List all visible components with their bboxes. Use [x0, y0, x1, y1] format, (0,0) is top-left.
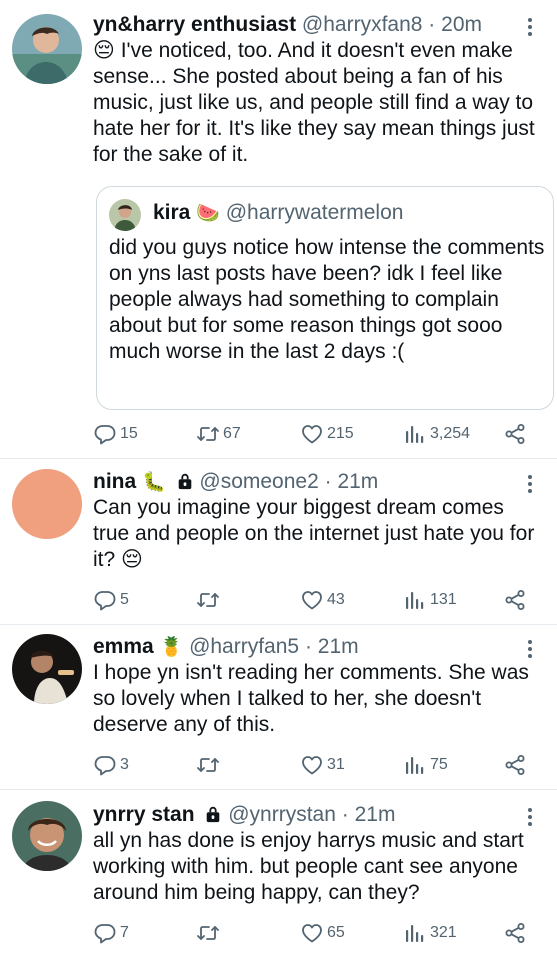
avatar[interactable]	[12, 469, 82, 539]
tweet[interactable]: nina 🐛 @someone2 · 21m Can you imagine y…	[0, 459, 557, 624]
views-icon	[403, 921, 427, 945]
like-count: 65	[327, 924, 345, 941]
display-name[interactable]: ynrry stan	[93, 803, 195, 826]
views-icon	[403, 753, 427, 777]
watermelon-emoji: 🍉	[196, 203, 220, 224]
reply-count: 7	[120, 924, 129, 941]
tweet-header: emma 🍍 @harryfan5 · 21m	[93, 634, 359, 661]
reply-count: 5	[120, 591, 129, 608]
action-bar: 15 67 215 3,254	[93, 422, 543, 446]
avatar[interactable]	[12, 634, 82, 704]
like-count: 215	[327, 425, 354, 442]
reply-count: 15	[120, 425, 138, 442]
tweet[interactable]: yn&harry enthusiast @harryxfan8 · 20m 😔 …	[0, 0, 557, 458]
views-count: 75	[430, 756, 448, 773]
action-bar: 5 43 131	[93, 588, 543, 612]
views-count: 3,254	[430, 425, 471, 442]
tweet-text: Can you imagine your biggest dream comes…	[93, 496, 535, 571]
reply-icon	[93, 588, 117, 612]
tweet-text: all yn has done is enjoy harrys music an…	[93, 829, 524, 904]
reply-count: 3	[120, 756, 129, 773]
display-name[interactable]: kira	[153, 201, 190, 224]
like-icon	[300, 921, 324, 945]
lock-icon	[204, 805, 222, 823]
user-handle[interactable]: @harryfan5	[189, 635, 299, 658]
share-icon	[503, 921, 527, 945]
views-count: 131	[430, 591, 457, 608]
tweet-header: yn&harry enthusiast @harryxfan8 · 20m	[93, 12, 482, 38]
tweet-text: 😔 I've noticed, too. And it doesn't even…	[93, 39, 535, 166]
tweet-text: I hope yn isn't reading her comments. Sh…	[93, 661, 529, 736]
more-icon[interactable]	[520, 14, 540, 40]
share-icon	[503, 753, 527, 777]
retweet-count: 67	[223, 425, 241, 442]
views-count: 321	[430, 924, 457, 941]
user-handle[interactable]: @ynrrystan	[228, 803, 336, 826]
display-name[interactable]: nina	[93, 470, 136, 493]
tweet[interactable]: emma 🍍 @harryfan5 · 21m I hope yn isn't …	[0, 625, 557, 789]
separator: ·	[304, 635, 312, 658]
more-icon[interactable]	[520, 471, 540, 497]
display-name[interactable]: yn&harry enthusiast	[93, 13, 296, 36]
tweet[interactable]: ynrry stan @ynrrystan · 21m all yn has d…	[0, 790, 557, 960]
quote-header: kira 🍉 @harrywatermelon	[153, 201, 403, 225]
like-icon	[300, 588, 324, 612]
timestamp[interactable]: 20m	[441, 13, 482, 36]
reply-icon	[93, 921, 117, 945]
user-handle[interactable]: @harrywatermelon	[226, 201, 404, 224]
quoted-tweet[interactable]: kira 🍉 @harrywatermelon did you guys not…	[96, 186, 554, 410]
action-bar: 7 65 321	[93, 921, 543, 945]
user-handle[interactable]: @harryxfan8	[302, 13, 423, 36]
retweet-icon	[196, 588, 220, 612]
avatar[interactable]	[12, 14, 82, 84]
more-icon[interactable]	[520, 636, 540, 662]
retweet-icon	[196, 422, 220, 446]
like-icon	[300, 753, 324, 777]
timestamp[interactable]: 21m	[318, 635, 359, 658]
lock-icon	[176, 472, 194, 490]
views-icon	[403, 588, 427, 612]
tweet-header: nina 🐛 @someone2 · 21m	[93, 469, 378, 496]
timestamp[interactable]: 21m	[337, 470, 378, 493]
reply-icon	[93, 422, 117, 446]
separator: ·	[324, 470, 332, 493]
more-icon[interactable]	[520, 804, 540, 830]
views-icon	[403, 422, 427, 446]
retweet-icon	[196, 921, 220, 945]
tweet-header: ynrry stan @ynrrystan · 21m	[93, 802, 395, 828]
user-handle[interactable]: @someone2	[199, 470, 318, 493]
display-name[interactable]: emma	[93, 635, 154, 658]
pineapple-emoji: 🍍	[159, 637, 184, 658]
caterpillar-emoji: 🐛	[142, 472, 166, 493]
share-icon	[503, 588, 527, 612]
timestamp[interactable]: 21m	[355, 803, 396, 826]
like-count: 43	[327, 591, 345, 608]
like-count: 31	[327, 756, 345, 773]
retweet-icon	[196, 753, 220, 777]
separator: ·	[341, 803, 349, 826]
reply-icon	[93, 753, 117, 777]
share-icon	[503, 422, 527, 446]
separator: ·	[428, 13, 436, 36]
quote-text: did you guys notice how intense the comm…	[109, 236, 545, 363]
avatar[interactable]	[109, 199, 141, 231]
action-bar: 3 31 75	[93, 753, 543, 777]
avatar[interactable]	[12, 801, 82, 871]
like-icon	[300, 422, 324, 446]
